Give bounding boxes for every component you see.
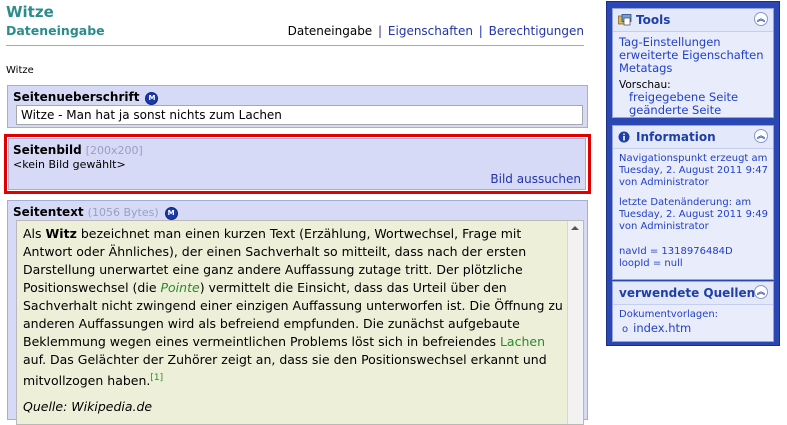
nav-current: Dateneingabe [287, 24, 373, 38]
source-line: Quelle: Wikipedia.de [23, 399, 153, 415]
text-bold-run: Witz [45, 226, 77, 241]
double-chevron-up-icon[interactable]: ︽ [754, 129, 768, 143]
heading-field-label-row: Seitenueberschrift M [13, 90, 159, 105]
source-link-index[interactable]: o index.htm [622, 321, 769, 337]
nav-link-permissions[interactable]: Berechtigungen [489, 24, 584, 38]
m-circle-icon[interactable]: M [145, 92, 159, 105]
text-paragraph: Als Witz bezeichnet man einen kurzen Tex… [23, 225, 568, 390]
text-run: Als [23, 226, 46, 241]
heading-input[interactable] [16, 105, 583, 125]
text-field-label-row: Seitentext (1056 Bytes) M [13, 205, 178, 220]
info-icon [618, 131, 630, 143]
sources-panel: verwendete Quellen ︽ Dokumentvorlagen: o… [612, 281, 774, 342]
double-chevron-up-icon[interactable]: ︽ [754, 12, 768, 26]
page-text-editor[interactable]: Als Witz bezeichnet man einen kurzen Tex… [16, 220, 584, 425]
text-field-box: Seitentext (1056 Bytes) M Als Witz bezeich… [7, 200, 588, 425]
heading-field-label: Seitenueberschrift [13, 90, 140, 104]
scroll-up-arrow-icon[interactable] [571, 226, 579, 230]
text-size-hint: (1056 Bytes) [87, 206, 159, 219]
info-created: Navigationspunkt erzeugt am Tuesday, 2. … [619, 153, 769, 188]
source-link-text: index.htm [633, 321, 692, 335]
image-field-highlight [4, 134, 591, 194]
info-loop-id: loopId = null [619, 258, 683, 269]
info-panel-header: Information ︽ [613, 126, 773, 149]
page-title: Witze [6, 3, 54, 21]
text-scrollbar[interactable] [567, 221, 583, 424]
page-subtitle: Dateneingabe [6, 23, 105, 38]
nav-link-properties[interactable]: Eigenschaften [388, 24, 473, 38]
page-text-content[interactable]: Als Witz bezeichnet man einen kurzen Tex… [23, 225, 568, 416]
sources-panel-title: verwendete Quellen [619, 286, 756, 300]
info-panel-title: Information [636, 130, 716, 144]
tools-panel-body: Tag-Einstellungen erweiterte Eigenschaft… [619, 36, 769, 117]
link-pointe[interactable]: Pointe [161, 280, 200, 295]
text-run: auf. Das Gelächter der Zuhörer zeigt an,… [23, 352, 547, 389]
top-nav: Dateneingabe | Eigenschaften | Berechtig… [288, 24, 584, 38]
sources-panel-body: Dokumentvorlagen: o index.htm [619, 309, 769, 337]
sources-panel-header: verwendete Quellen ︽ [613, 282, 773, 305]
info-nav-id: navId = 1318976484D [619, 246, 733, 257]
bullet-icon: o [622, 324, 629, 335]
info-changed: letzte Datenänderung: am Tuesday, 2. Aug… [619, 197, 769, 232]
breadcrumb: Witze [6, 65, 34, 76]
tools-panel-title: Tools [636, 13, 671, 27]
sidebar: Tools ︽ Tag-Einstellungen erweiterte Eig… [606, 1, 780, 346]
tools-panel: Tools ︽ Tag-Einstellungen erweiterte Eig… [612, 8, 774, 118]
header-divider [6, 45, 584, 46]
tool-link-metatags[interactable]: Metatags [619, 62, 769, 75]
text-field-label: Seitentext [13, 205, 84, 219]
tools-icon [618, 14, 632, 26]
info-panel: Information ︽ Navigationspunkt erzeugt a… [612, 125, 774, 280]
footnote-link[interactable]: [1] [150, 373, 163, 383]
link-lachen[interactable]: Lachen [500, 334, 545, 349]
info-panel-body: Navigationspunkt erzeugt am Tuesday, 2. … [619, 153, 769, 278]
nav-separator: | [378, 24, 383, 38]
double-chevron-up-icon[interactable]: ︽ [754, 285, 768, 299]
tools-panel-header: Tools ︽ [613, 9, 773, 32]
preview-link-changed[interactable]: geänderte Seite [629, 104, 769, 117]
nav-separator: | [478, 24, 483, 38]
heading-field-box: Seitenueberschrift M [7, 85, 588, 128]
sources-label: Dokumentvorlagen: [619, 309, 719, 320]
m-circle-icon[interactable]: M [164, 207, 178, 220]
